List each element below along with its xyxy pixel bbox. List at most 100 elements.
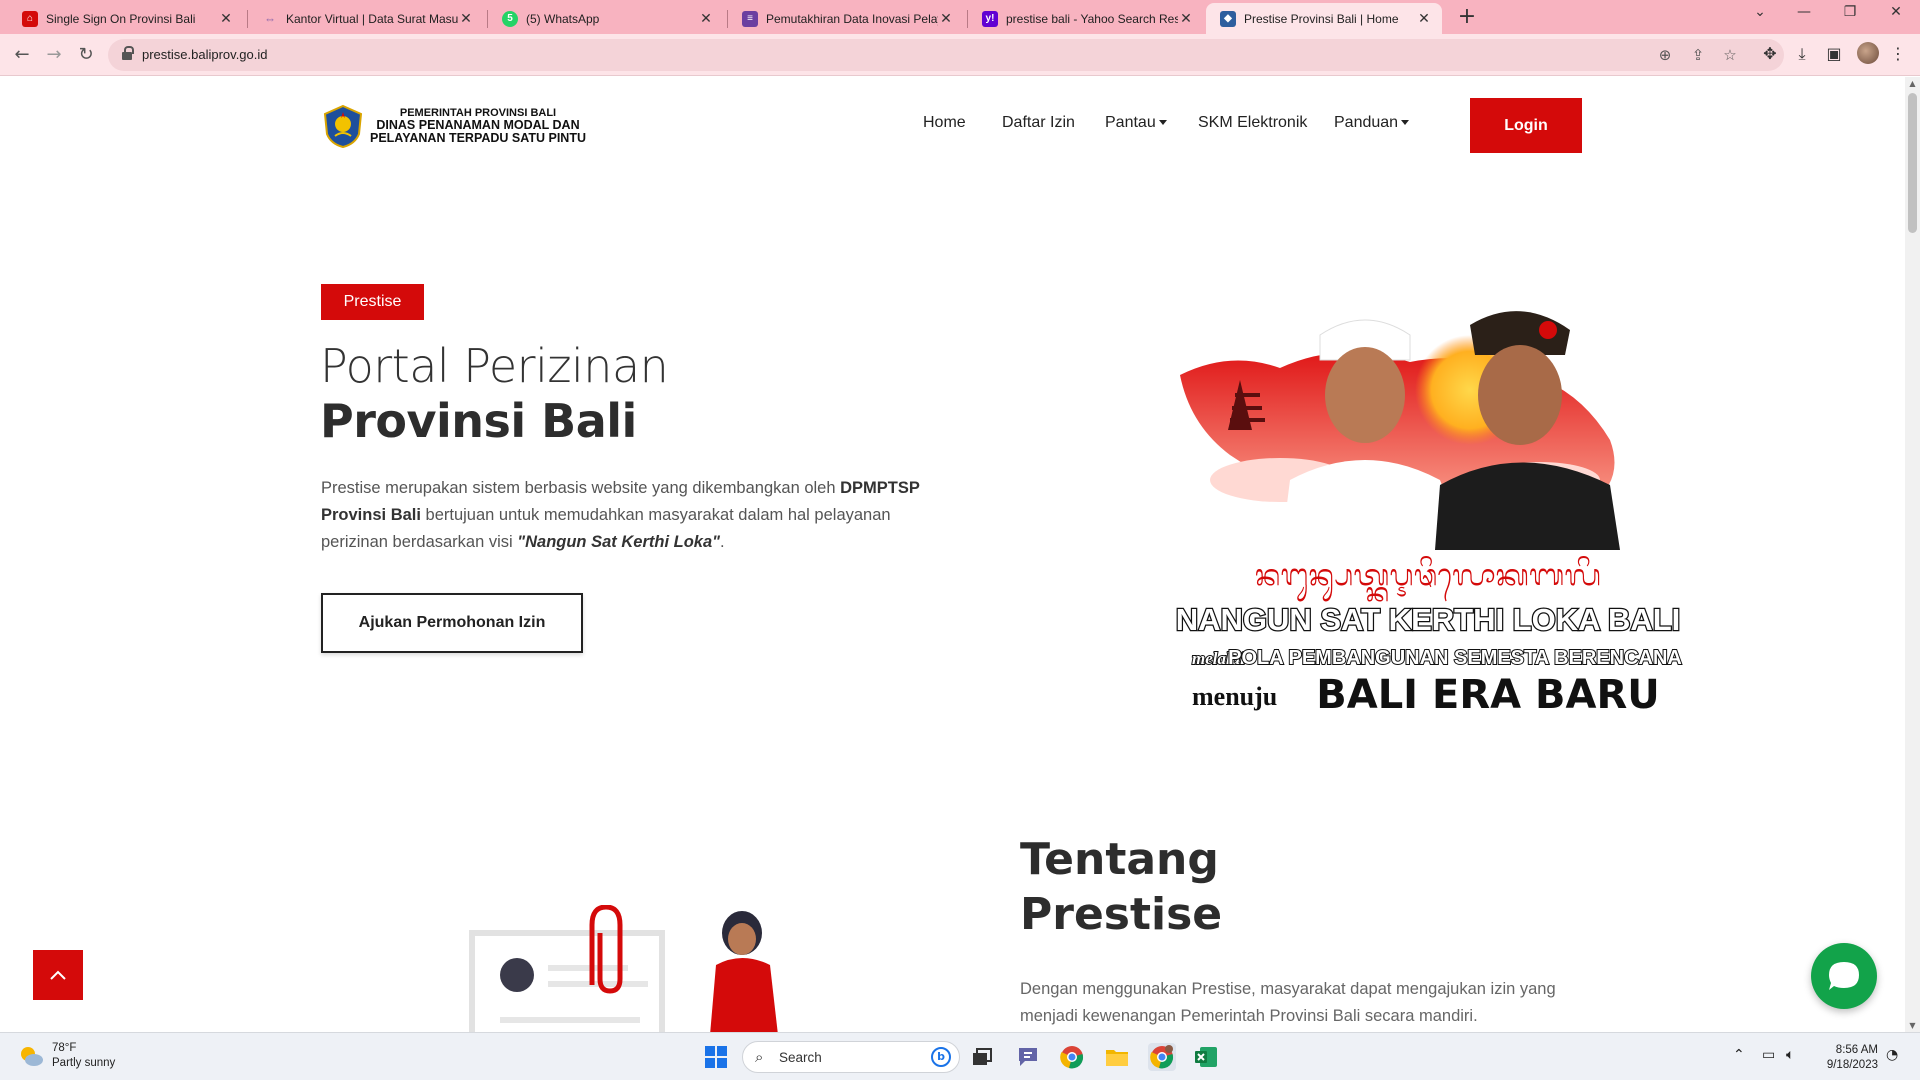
tab-title: Prestise Provinsi Bali | Home bbox=[1244, 11, 1399, 26]
url-text[interactable]: prestise.baliprov.go.id bbox=[142, 47, 268, 62]
nav-pantau[interactable]: Pantau bbox=[1105, 114, 1167, 132]
back-icon[interactable]: ← bbox=[10, 44, 34, 65]
about-title-line-2: Prestise bbox=[1020, 889, 1223, 940]
hero-description: Prestise merupakan sistem berbasis websi… bbox=[321, 475, 941, 556]
system-clock[interactable]: 8:56 AM 9/18/2023 bbox=[1818, 1043, 1878, 1073]
excel-icon[interactable] bbox=[1192, 1043, 1220, 1071]
download-icon[interactable]: ⤓ bbox=[1791, 44, 1813, 64]
banner-slogan-prefix-3: menuju bbox=[1192, 682, 1277, 711]
clock-time: 8:56 AM bbox=[1835, 1044, 1878, 1056]
hero-badge: Prestise bbox=[321, 284, 424, 320]
scrollbar-thumb[interactable] bbox=[1908, 93, 1917, 233]
windows-taskbar: 78°F Partly sunny ⌕ Search b ⌃ ▭ 🔈︎ 8:56… bbox=[0, 1032, 1920, 1080]
browser-toolbar: ← → ↻ prestise.baliprov.go.id ⊕ ⇪ ☆ ✥ ⤓ … bbox=[0, 34, 1920, 76]
chrome-profile-active-icon[interactable] bbox=[1148, 1043, 1176, 1071]
nav-panduan[interactable]: Panduan bbox=[1334, 114, 1410, 132]
apply-permit-button[interactable]: Ajukan Permohonan Izin bbox=[321, 593, 583, 653]
close-icon[interactable]: ✕ bbox=[1178, 10, 1194, 27]
close-icon[interactable]: ✕ bbox=[938, 10, 954, 27]
chat-bubble-icon bbox=[1829, 962, 1859, 990]
weather-description: Partly sunny bbox=[52, 1057, 116, 1069]
bookmark-star-icon[interactable]: ☆ bbox=[1720, 46, 1740, 64]
nav-skm-elektronik[interactable]: SKM Elektronik bbox=[1198, 114, 1307, 132]
about-description: Dengan menggunakan Prestise, masyarakat … bbox=[1020, 980, 1556, 1025]
tab-whatsapp[interactable]: 5 (5) WhatsApp ✕ bbox=[488, 3, 724, 34]
tab-strip: ⌂ Single Sign On Provinsi Bali ✕ ⇔ Kanto… bbox=[0, 0, 1920, 34]
tab-search-chevron-icon[interactable]: ⌄ bbox=[1740, 4, 1780, 20]
hero-desc-vision: "Nangun Sat Kerthi Loka" bbox=[517, 533, 720, 551]
banner-slogan-line-1: NANGUN SAT KERTHI LOKA BALI bbox=[1176, 602, 1681, 637]
new-tab-icon[interactable]: + bbox=[1455, 4, 1479, 29]
nav-daftar-izin[interactable]: Daftar Izin bbox=[1002, 114, 1075, 132]
lock-icon[interactable] bbox=[122, 46, 134, 60]
hero-title-line-2: Provinsi Bali bbox=[320, 394, 637, 448]
logo-text: PEMERINTAH PROVINSI BALI DINAS PENANAMAN… bbox=[370, 108, 586, 144]
weather-widget[interactable]: 78°F Partly sunny bbox=[18, 1041, 115, 1071]
bali-emblem-icon bbox=[322, 104, 364, 149]
taskbar-search-label: Search bbox=[779, 1050, 822, 1065]
forward-icon[interactable]: → bbox=[42, 44, 66, 65]
teams-chat-icon[interactable] bbox=[1014, 1043, 1042, 1071]
tab-kantor-virtual[interactable]: ⇔ Kantor Virtual | Data Surat Masuk ✕ bbox=[248, 3, 484, 34]
nav-pantau-label: Pantau bbox=[1105, 114, 1156, 131]
tab-yahoo-search[interactable]: y! prestise bali - Yahoo Search Resu ✕ bbox=[968, 3, 1204, 34]
login-button[interactable]: Login bbox=[1470, 98, 1582, 153]
kantor-virtual-favicon-icon: ⇔ bbox=[264, 11, 276, 26]
notification-bell-icon[interactable]: ◔ bbox=[1886, 1047, 1898, 1063]
close-icon[interactable]: ✕ bbox=[458, 10, 474, 27]
chat-button[interactable] bbox=[1811, 943, 1877, 1009]
chrome-icon[interactable] bbox=[1058, 1043, 1086, 1071]
profile-avatar[interactable] bbox=[1857, 42, 1879, 64]
sso-favicon-icon: ⌂ bbox=[22, 10, 38, 27]
search-icon: ⌕ bbox=[755, 1048, 764, 1066]
partly-sunny-icon bbox=[21, 1047, 43, 1066]
tab-sso[interactable]: ⌂ Single Sign On Provinsi Bali ✕ bbox=[8, 3, 244, 34]
zoom-icon[interactable]: ⊕ bbox=[1655, 46, 1675, 64]
hero-desc-text: . bbox=[719, 533, 725, 551]
extensions-puzzle-icon[interactable]: ✥ bbox=[1759, 44, 1781, 63]
clock-date: 9/18/2023 bbox=[1826, 1059, 1878, 1071]
yahoo-favicon-icon: y! bbox=[982, 10, 998, 27]
nav-home[interactable]: Home bbox=[923, 114, 966, 132]
file-explorer-icon[interactable] bbox=[1103, 1043, 1131, 1071]
scroll-up-arrow-icon[interactable]: ▲ bbox=[1905, 79, 1920, 88]
tab-title: (5) WhatsApp bbox=[526, 11, 600, 26]
close-icon[interactable]: ✕ bbox=[218, 10, 234, 27]
about-title-line-1: Tentang bbox=[1020, 834, 1219, 885]
tab-title: Single Sign On Provinsi Bali bbox=[46, 11, 196, 26]
side-panel-icon[interactable]: ▣ bbox=[1823, 44, 1845, 63]
weather-temperature: 78°F bbox=[52, 1042, 77, 1054]
show-hidden-icons-chevron-icon[interactable]: ⌃ bbox=[1733, 1047, 1745, 1063]
address-bar[interactable]: prestise.baliprov.go.id ⊕ ⇪ ☆ bbox=[108, 39, 1784, 71]
close-window-icon[interactable]: ✕ bbox=[1876, 4, 1916, 20]
bali-emblem-favicon-icon: ◆ bbox=[1220, 10, 1236, 27]
share-icon[interactable]: ⇪ bbox=[1688, 46, 1708, 64]
scroll-to-top-button[interactable] bbox=[33, 950, 83, 1000]
volume-icon[interactable]: 🔈︎ bbox=[1786, 1047, 1794, 1063]
hero-title-line-1: Portal Perizinan bbox=[320, 339, 669, 393]
page-scrollbar[interactable]: ▲ ▼ bbox=[1905, 77, 1920, 1032]
hero-banner-image: ᬦᬗᬸᬦ᭄ᬲᬢ᭄ᬓᬋᬣᬶᬮᭀᬓᬩᬮᬶ NANGUN SAT KERTHI LOK… bbox=[1170, 280, 1685, 770]
task-view-icon[interactable] bbox=[968, 1043, 996, 1071]
document-illustration bbox=[460, 904, 810, 1032]
logo-line-3: PELAYANAN TERPADU SATU PINTU bbox=[370, 130, 586, 145]
site-logo[interactable]: PEMERINTAH PROVINSI BALI DINAS PENANAMAN… bbox=[322, 104, 586, 149]
minimize-icon[interactable]: — bbox=[1784, 4, 1824, 20]
menu-kebab-icon[interactable]: ⋮ bbox=[1887, 44, 1909, 63]
scroll-down-arrow-icon[interactable]: ▼ bbox=[1905, 1021, 1920, 1030]
close-icon[interactable]: ✕ bbox=[698, 10, 714, 27]
reload-icon[interactable]: ↻ bbox=[74, 44, 98, 65]
tab-prestise-home[interactable]: ◆ Prestise Provinsi Bali | Home ✕ bbox=[1206, 3, 1442, 34]
bing-icon[interactable]: b bbox=[931, 1047, 951, 1067]
banner-slogan-line-3: BALI ERA BARU bbox=[1316, 672, 1659, 718]
tab-pemutakhiran[interactable]: ≡ Pemutakhiran Data Inovasi Pelaya ✕ bbox=[728, 3, 964, 34]
restore-icon[interactable]: ❐ bbox=[1830, 4, 1870, 20]
taskbar-search-box[interactable]: ⌕ Search b bbox=[742, 1041, 960, 1073]
web-page: PEMERINTAH PROVINSI BALI DINAS PENANAMAN… bbox=[0, 77, 1920, 1032]
caret-down-icon bbox=[1401, 120, 1410, 126]
chevron-up-icon bbox=[50, 970, 66, 980]
windows-start-icon[interactable] bbox=[702, 1043, 730, 1071]
close-icon[interactable]: ✕ bbox=[1416, 10, 1432, 27]
whatsapp-favicon-icon: 5 bbox=[502, 10, 518, 27]
network-icon[interactable]: ▭ bbox=[1762, 1047, 1775, 1063]
